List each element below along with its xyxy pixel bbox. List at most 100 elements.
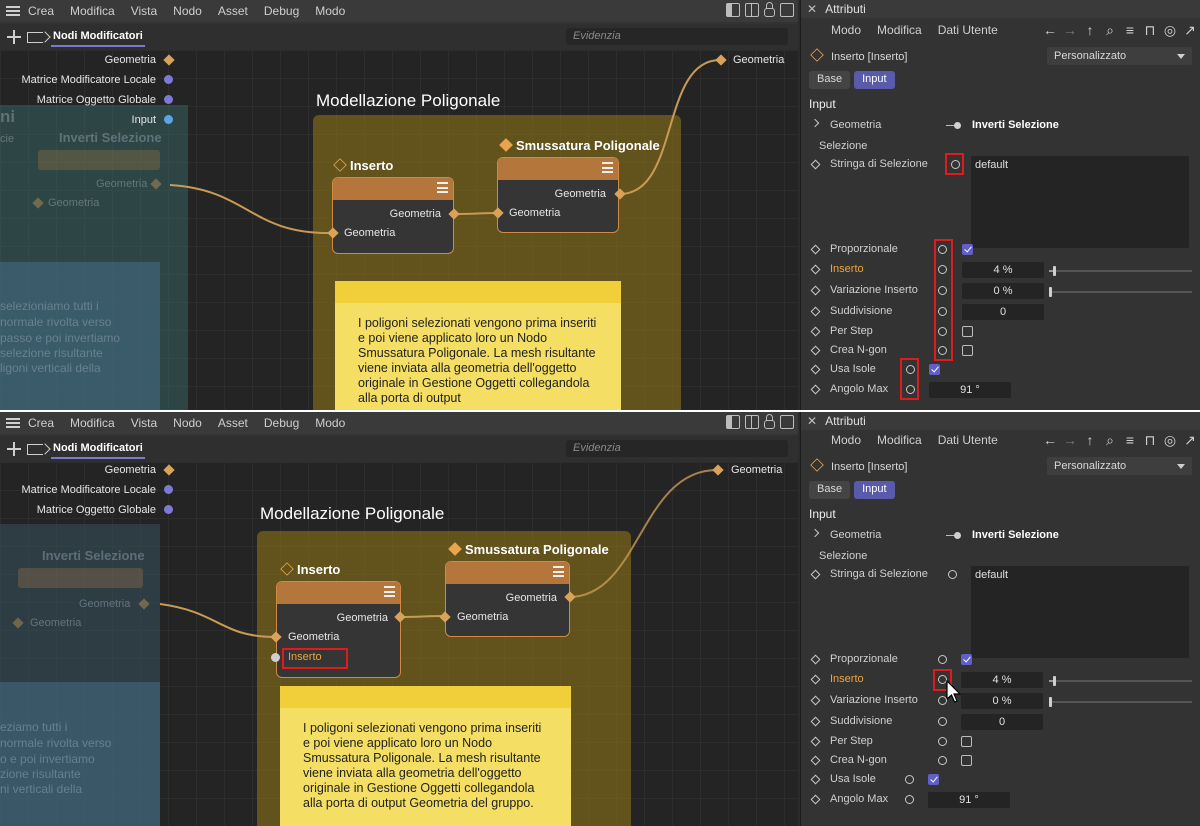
attrs-menu-modifica[interactable]: Modifica bbox=[877, 23, 922, 37]
keyframe-diamond-icon[interactable] bbox=[810, 364, 821, 375]
variazione-slider[interactable] bbox=[1049, 697, 1192, 707]
back-arrow-icon[interactable]: ← bbox=[1043, 432, 1057, 449]
layout-left-icon[interactable] bbox=[726, 415, 740, 429]
menu-nodo[interactable]: Nodo bbox=[173, 4, 202, 18]
inserto-slider[interactable] bbox=[1049, 676, 1192, 686]
lock-icon[interactable]: ⊓ bbox=[1143, 432, 1157, 449]
stringa-selezione-textarea[interactable]: default bbox=[971, 156, 1189, 248]
sticky-note[interactable]: I poligoni selezionati vengono prima ins… bbox=[335, 281, 621, 410]
menu-vista[interactable]: Vista bbox=[131, 416, 157, 430]
close-icon[interactable]: ✕ bbox=[807, 414, 817, 428]
keyframe-diamond-icon[interactable] bbox=[810, 736, 821, 747]
hamburger-menu-icon[interactable] bbox=[6, 6, 20, 16]
menu-modo[interactable]: Modo bbox=[315, 4, 345, 18]
suddivisione-field[interactable]: 0 bbox=[962, 304, 1044, 320]
lock-icon[interactable] bbox=[764, 2, 775, 17]
attrs-menu-modo[interactable]: Modo bbox=[831, 23, 861, 37]
preset-dropdown[interactable]: Personalizzato bbox=[1047, 47, 1192, 65]
layout-split-icon[interactable] bbox=[745, 3, 759, 17]
group-input-input-port[interactable] bbox=[164, 115, 173, 124]
node-menu-icon[interactable] bbox=[553, 566, 564, 577]
crea-ngon-checkbox[interactable] bbox=[961, 755, 972, 766]
keyframe-diamond-icon[interactable] bbox=[810, 384, 821, 395]
group-input-matrice-globale-port[interactable] bbox=[164, 505, 173, 514]
keyframe-diamond-icon[interactable] bbox=[810, 774, 821, 785]
tab-nodi-modificatori[interactable]: Nodi Modificatori bbox=[51, 27, 145, 47]
chevron-right-icon[interactable] bbox=[810, 118, 820, 128]
inserto-field[interactable]: 4 % bbox=[962, 262, 1044, 278]
up-arrow-icon[interactable]: ↑ bbox=[1083, 432, 1097, 449]
node-smussatura[interactable]: Geometria Geometria bbox=[497, 157, 619, 233]
node-canvas[interactable]: ni cie Inverti Selezione Geometria Geome… bbox=[0, 50, 798, 410]
link-icon[interactable] bbox=[946, 530, 962, 542]
keyframe-diamond-icon[interactable] bbox=[810, 695, 821, 706]
variazione-slider-handle[interactable] bbox=[1049, 287, 1052, 297]
keyframe-diamond-icon[interactable] bbox=[810, 326, 821, 337]
per-step-checkbox[interactable] bbox=[961, 736, 972, 747]
menu-debug[interactable]: Debug bbox=[264, 416, 299, 430]
node-inserto[interactable]: Geometria Geometria bbox=[332, 177, 454, 254]
group-input-matrice-locale-port[interactable] bbox=[164, 485, 173, 494]
menu-crea[interactable]: Crea bbox=[28, 4, 54, 18]
tab-base[interactable]: Base bbox=[809, 481, 851, 499]
keyframe-diamond-icon[interactable] bbox=[810, 264, 821, 275]
node-inserto-extra-port[interactable] bbox=[271, 653, 280, 662]
suddivisione-field[interactable]: 0 bbox=[961, 714, 1043, 730]
keyframe-diamond-icon[interactable] bbox=[810, 674, 821, 685]
add-node-icon[interactable] bbox=[7, 442, 21, 456]
usa-isole-checkbox[interactable] bbox=[928, 774, 939, 785]
animate-circle-icon[interactable] bbox=[938, 756, 947, 765]
attrs-menu-dati-utente[interactable]: Dati Utente bbox=[938, 23, 998, 37]
node-canvas[interactable]: Inverti Selezione Geometria Geometria ez… bbox=[0, 462, 798, 826]
inserto-slider[interactable] bbox=[1049, 266, 1192, 276]
sticky-note-header[interactable] bbox=[280, 686, 571, 708]
animate-circle-icon[interactable] bbox=[938, 717, 947, 726]
menu-vista[interactable]: Vista bbox=[131, 4, 157, 18]
layout-split-icon[interactable] bbox=[745, 415, 759, 429]
forward-arrow-icon[interactable]: → bbox=[1063, 432, 1077, 449]
inserto-slider-handle[interactable] bbox=[1053, 266, 1056, 276]
variazione-slider[interactable] bbox=[1049, 287, 1192, 297]
node-smussatura[interactable]: Geometria Geometria bbox=[445, 561, 570, 637]
tag-icon[interactable] bbox=[27, 443, 43, 455]
crea-ngon-checkbox[interactable] bbox=[962, 345, 973, 356]
target-icon[interactable]: ◎ bbox=[1163, 432, 1177, 449]
angolo-max-field[interactable]: 91 ° bbox=[928, 792, 1010, 808]
node-menu-icon[interactable] bbox=[384, 586, 395, 597]
link-icon[interactable] bbox=[946, 120, 962, 132]
lock-icon[interactable] bbox=[764, 414, 775, 429]
sticky-note-header[interactable] bbox=[335, 281, 621, 303]
add-node-icon[interactable] bbox=[7, 30, 21, 44]
tab-input[interactable]: Input bbox=[854, 71, 895, 89]
menu-asset[interactable]: Asset bbox=[218, 416, 248, 430]
search-icon[interactable]: ⌕ bbox=[1103, 432, 1117, 449]
chevron-right-icon[interactable] bbox=[810, 528, 820, 538]
variazione-field[interactable]: 0 % bbox=[961, 693, 1043, 709]
close-icon[interactable]: ✕ bbox=[807, 2, 817, 16]
animate-circle-icon[interactable] bbox=[938, 696, 947, 705]
animate-circle-icon[interactable] bbox=[938, 737, 947, 746]
menu-asset[interactable]: Asset bbox=[218, 4, 248, 18]
animate-circle-icon[interactable] bbox=[905, 795, 914, 804]
expand-icon[interactable]: ↗ bbox=[1183, 432, 1197, 449]
forward-arrow-icon[interactable]: → bbox=[1063, 22, 1077, 39]
per-step-checkbox[interactable] bbox=[962, 326, 973, 337]
search-icon[interactable]: ⌕ bbox=[1103, 22, 1117, 39]
usa-isole-checkbox[interactable] bbox=[929, 364, 940, 375]
node-smussatura-header[interactable] bbox=[498, 158, 618, 180]
angolo-max-field[interactable]: 91 ° bbox=[929, 382, 1011, 398]
node-inserto-header[interactable] bbox=[277, 582, 400, 604]
menu-modifica[interactable]: Modifica bbox=[70, 416, 115, 430]
animate-circle-icon[interactable] bbox=[948, 570, 957, 579]
menu-crea[interactable]: Crea bbox=[28, 416, 54, 430]
filter-icon[interactable]: ≡ bbox=[1123, 432, 1137, 449]
tab-input[interactable]: Input bbox=[854, 481, 895, 499]
node-inserto-header[interactable] bbox=[333, 178, 453, 200]
keyframe-diamond-icon[interactable] bbox=[810, 285, 821, 296]
menu-debug[interactable]: Debug bbox=[264, 4, 299, 18]
proporzionale-checkbox[interactable] bbox=[961, 654, 972, 665]
up-arrow-icon[interactable]: ↑ bbox=[1083, 22, 1097, 39]
stringa-selezione-textarea[interactable]: default bbox=[971, 566, 1189, 658]
proporzionale-checkbox[interactable] bbox=[962, 244, 973, 255]
back-arrow-icon[interactable]: ← bbox=[1043, 22, 1057, 39]
